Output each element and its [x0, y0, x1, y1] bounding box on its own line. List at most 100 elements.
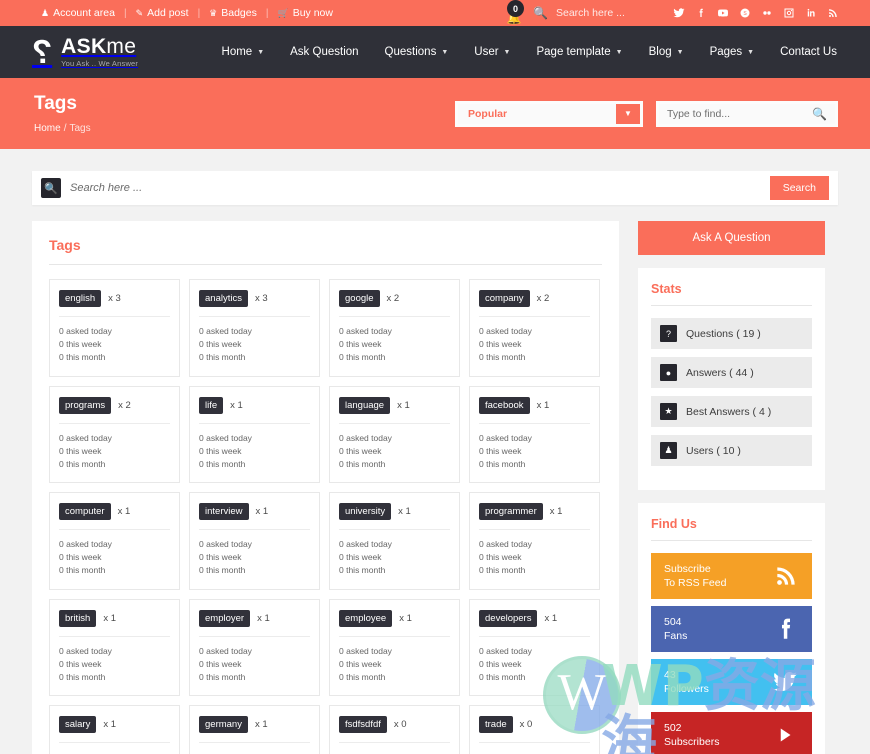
- nav-item-contact-us[interactable]: Contact Us: [767, 46, 850, 58]
- tag-stat-month: 0 this month: [199, 458, 310, 471]
- rss-icon[interactable]: [822, 7, 844, 19]
- divider: [59, 742, 170, 743]
- find-search-box[interactable]: 🔍: [656, 101, 838, 127]
- tag-card[interactable]: employeex 10 asked today0 this week0 thi…: [329, 599, 460, 697]
- stat-row[interactable]: ?Questions ( 19 ): [651, 318, 812, 349]
- stat-row[interactable]: ♟Users ( 10 ): [651, 435, 812, 466]
- tag-stat-today: 0 asked today: [339, 432, 450, 445]
- notifications-button[interactable]: 🔔 0: [501, 0, 527, 26]
- tag-name-badge[interactable]: programs: [59, 397, 111, 414]
- tag-stat-today: 0 asked today: [479, 325, 590, 338]
- stat-row[interactable]: ●Answers ( 44 ): [651, 357, 812, 388]
- find-search-input[interactable]: [667, 108, 812, 120]
- tag-card-head: company x 2: [479, 290, 590, 307]
- tag-name-badge[interactable]: english: [59, 290, 101, 307]
- tag-card[interactable]: developersx 10 asked today0 this week0 t…: [469, 599, 600, 697]
- search-icon[interactable]: 🔍: [812, 107, 827, 121]
- tag-card[interactable]: programmerx 10 asked today0 this week0 t…: [469, 492, 600, 590]
- site-logo[interactable]: ? ASKme You Ask .. We Answer: [32, 36, 138, 68]
- nav-item-pages[interactable]: Pages▼: [697, 46, 768, 58]
- search-button[interactable]: Search: [770, 176, 829, 200]
- skype-icon[interactable]: S: [734, 7, 756, 19]
- tag-name-badge[interactable]: computer: [59, 503, 111, 520]
- divider: [199, 742, 310, 743]
- nav-item-blog[interactable]: Blog▼: [636, 46, 697, 58]
- main-search-input[interactable]: [61, 182, 770, 194]
- topbar-link-buy-now[interactable]: 🛒 Buy now: [268, 7, 342, 19]
- tag-card[interactable]: universityx 10 asked today0 this week0 t…: [329, 492, 460, 590]
- tag-name-badge[interactable]: employer: [199, 610, 250, 627]
- tag-count: x 2: [537, 293, 550, 304]
- tag-card[interactable]: fsdfsdfdfx 00 asked today0 this week0 th…: [329, 705, 460, 754]
- tag-card[interactable]: interviewx 10 asked today0 this week0 th…: [189, 492, 320, 590]
- star-icon: ★: [660, 403, 677, 420]
- facebook-icon: [773, 616, 799, 642]
- youtube-icon: [769, 722, 799, 748]
- tag-stat-month: 0 this month: [199, 351, 310, 364]
- twitter-icon[interactable]: [668, 7, 690, 19]
- tag-name-badge[interactable]: employee: [339, 610, 392, 627]
- divider: [199, 529, 310, 530]
- chevron-down-icon[interactable]: ▼: [616, 104, 640, 124]
- tag-card[interactable]: languagex 10 asked today0 this week0 thi…: [329, 386, 460, 484]
- tag-card[interactable]: analyticsx 30 asked today0 this week0 th…: [189, 279, 320, 377]
- tag-card[interactable]: facebookx 10 asked today0 this week0 thi…: [469, 386, 600, 484]
- find-us-row[interactable]: SubscribeTo RSS Feed: [651, 553, 812, 599]
- tag-name-badge[interactable]: germany: [199, 716, 248, 733]
- nav-item-user[interactable]: User▼: [461, 46, 523, 58]
- find-us-row[interactable]: 502Subscribers: [651, 712, 812, 754]
- youtube-icon[interactable]: [712, 7, 734, 19]
- nav-item-home[interactable]: Home▼: [209, 46, 278, 58]
- flickr-icon[interactable]: [756, 7, 778, 19]
- nav-item-page-template[interactable]: Page template▼: [523, 46, 635, 58]
- tag-name-badge[interactable]: language: [339, 397, 390, 414]
- tag-name-badge[interactable]: fsdfsdfdf: [339, 716, 387, 733]
- tag-card[interactable]: tradex 00 asked today0 this week0 this m…: [469, 705, 600, 754]
- linkedin-icon[interactable]: [800, 7, 822, 19]
- ask-a-question-button[interactable]: Ask A Question: [638, 221, 825, 255]
- tag-stat-week: 0 this week: [479, 445, 590, 458]
- breadcrumb-home[interactable]: Home: [34, 123, 61, 134]
- tag-name-badge[interactable]: facebook: [479, 397, 530, 414]
- tag-card[interactable]: germanyx 10 asked today0 this week0 this…: [189, 705, 320, 754]
- tag-card[interactable]: programsx 20 asked today0 this week0 thi…: [49, 386, 180, 484]
- chevron-down-icon: ▼: [747, 49, 754, 56]
- facebook-icon[interactable]: [690, 7, 712, 19]
- find-us-row[interactable]: 43Followers: [651, 659, 812, 705]
- tag-name-badge[interactable]: programmer: [479, 503, 543, 520]
- tag-name-badge[interactable]: life: [199, 397, 223, 414]
- tag-name-badge[interactable]: salary: [59, 716, 96, 733]
- tag-name-badge[interactable]: british: [59, 610, 96, 627]
- tag-name-badge[interactable]: developers: [479, 610, 537, 627]
- nav-item-questions[interactable]: Questions▼: [372, 46, 462, 58]
- topbar-link-account-area[interactable]: ♟ Account area: [32, 7, 124, 19]
- main-search-bar: 🔍 Search: [32, 171, 838, 205]
- stat-row[interactable]: ★Best Answers ( 4 ): [651, 396, 812, 427]
- tag-card[interactable]: englishx 30 asked today0 this week0 this…: [49, 279, 180, 377]
- divider: [479, 316, 590, 317]
- find-us-row[interactable]: 504Fans: [651, 606, 812, 652]
- tag-name-badge[interactable]: trade: [479, 716, 513, 733]
- tag-card[interactable]: computerx 10 asked today0 this week0 thi…: [49, 492, 180, 590]
- topbar-search-input[interactable]: [556, 7, 668, 19]
- tag-stat-month: 0 this month: [199, 671, 310, 684]
- chevron-down-icon: ▼: [616, 49, 623, 56]
- topbar-link-add-post[interactable]: ✎ Add post: [127, 7, 198, 19]
- tag-card[interactable]: salaryx 10 asked today0 this week0 this …: [49, 705, 180, 754]
- tag-stat-month: 0 this month: [59, 564, 170, 577]
- tag-card[interactable]: lifex 10 asked today0 this week0 this mo…: [189, 386, 320, 484]
- tag-name-badge[interactable]: company: [479, 290, 530, 307]
- twitter-icon: [771, 669, 799, 695]
- tag-card[interactable]: britishx 10 asked today0 this week0 this…: [49, 599, 180, 697]
- topbar-link-badges[interactable]: ♛ Badges: [200, 7, 266, 19]
- tag-card[interactable]: employerx 10 asked today0 this week0 thi…: [189, 599, 320, 697]
- sort-select[interactable]: Popular ▼: [455, 101, 643, 127]
- tag-card[interactable]: companyx 20 asked today0 this week0 this…: [469, 279, 600, 377]
- tag-name-badge[interactable]: google: [339, 290, 380, 307]
- instagram-icon[interactable]: [778, 7, 800, 19]
- nav-item-ask-question[interactable]: Ask Question: [277, 46, 371, 58]
- tag-name-badge[interactable]: analytics: [199, 290, 248, 307]
- tag-card[interactable]: googlex 20 asked today0 this week0 this …: [329, 279, 460, 377]
- tag-name-badge[interactable]: university: [339, 503, 391, 520]
- tag-name-badge[interactable]: interview: [199, 503, 249, 520]
